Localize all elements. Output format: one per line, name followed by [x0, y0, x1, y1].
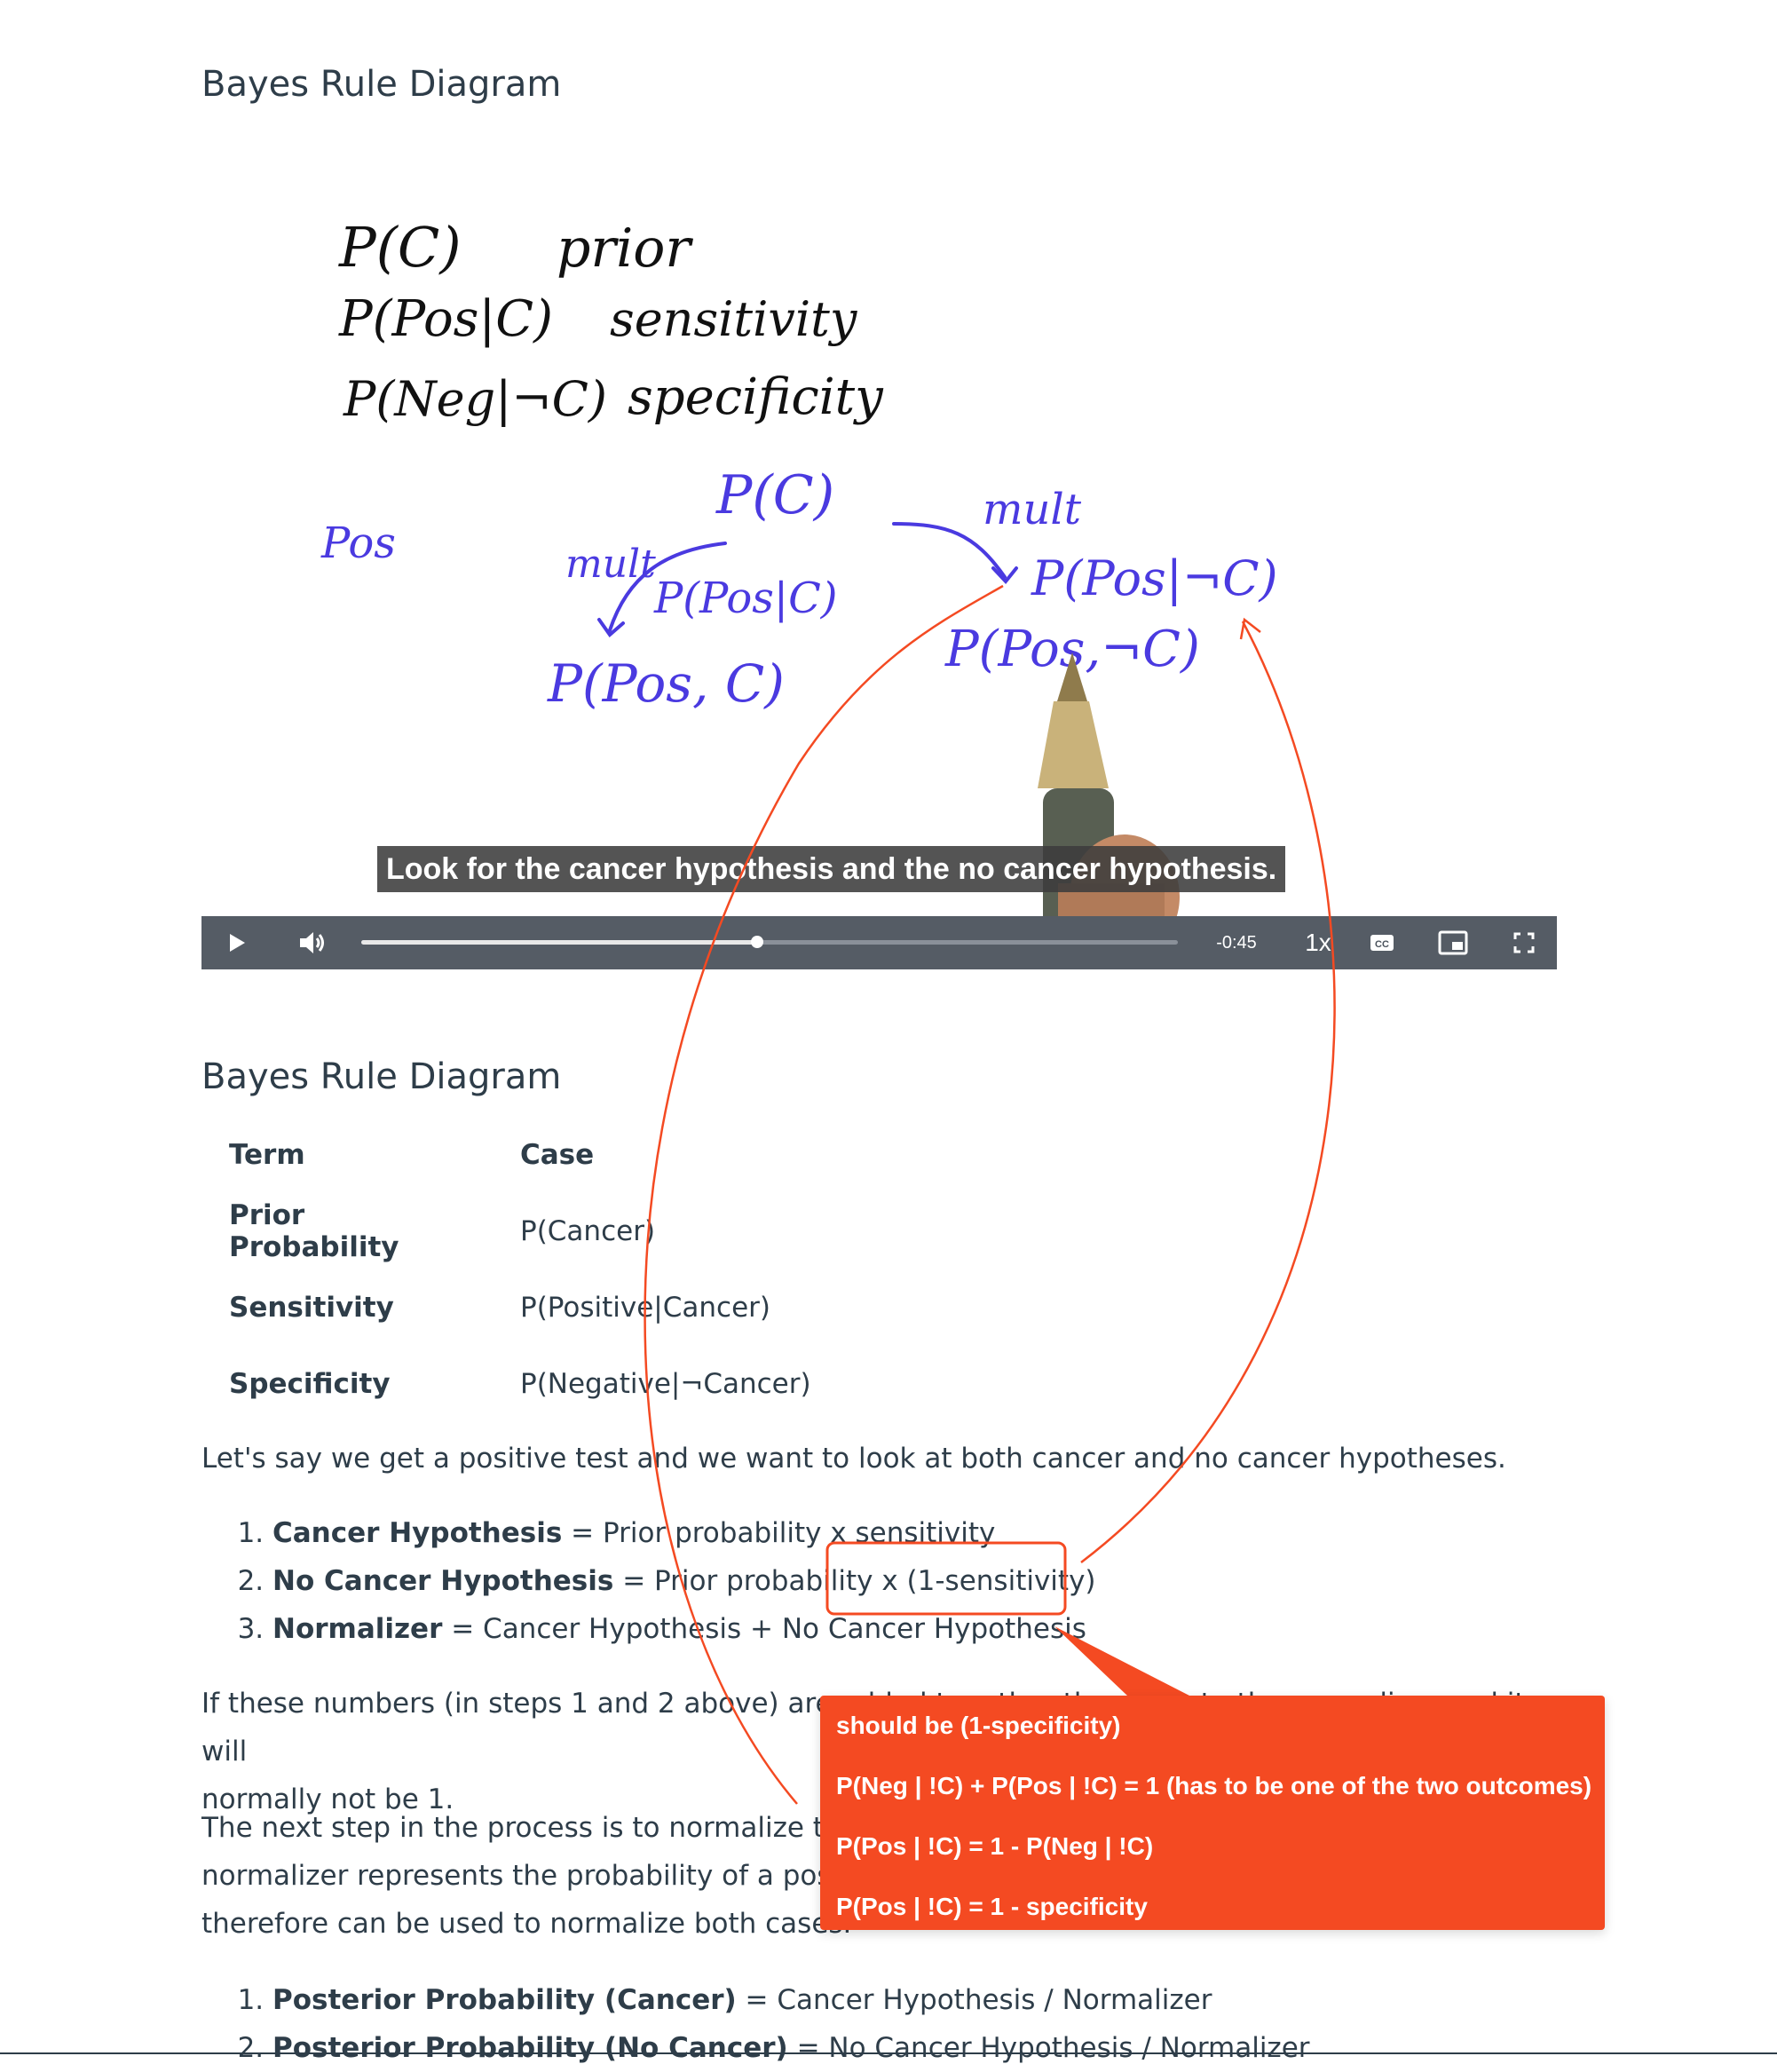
- list-item: No Cancer Hypothesis = Prior probability…: [272, 1557, 1096, 1605]
- table-row: Sensitivity P(Positive|Cancer): [202, 1269, 838, 1346]
- normalize-paragraph-line2: normalizer represents the probability of…: [201, 1860, 840, 1892]
- bottom-divider: [0, 2052, 1777, 2054]
- step-definition: = Prior probability x (1-sensitivity): [613, 1565, 1096, 1597]
- board-prior-term: P(C): [338, 215, 462, 280]
- posterior-term: Posterior Probability (Cancer): [272, 1984, 737, 2016]
- progress-bar[interactable]: [361, 936, 1178, 948]
- volume-icon: [300, 932, 324, 953]
- terms-table: Term Case Prior Probability P(Cancer) Se…: [202, 1117, 838, 1422]
- list-item: Posterior Probability (Cancer) = Cancer …: [272, 1976, 1310, 2024]
- normalize-paragraph-line3: therefore can be used to normalize both …: [201, 1908, 852, 1940]
- picture-in-picture-icon: [1438, 930, 1468, 955]
- board-pos: Pos: [320, 518, 396, 568]
- step-term: Cancer Hypothesis: [272, 1517, 563, 1549]
- annotation-line: should be (1-specificity): [836, 1712, 1121, 1739]
- posterior-definition: = Cancer Hypothesis / Normalizer: [736, 1984, 1212, 2016]
- annotation-note: should be (1-specificity) P(Neg | !C) + …: [820, 1696, 1605, 1930]
- table-row: Specificity P(Negative|¬Cancer): [202, 1346, 838, 1422]
- section-title: Bayes Rule Diagram: [201, 1056, 562, 1097]
- step-term: No Cancer Hypothesis: [272, 1565, 614, 1597]
- svg-text:CC: CC: [1375, 939, 1389, 950]
- board-specificity-label: specificity: [628, 368, 884, 426]
- video-controls: -0:45 1x CC: [201, 916, 1557, 969]
- board-p-pos-given-c: P(Pos|C): [653, 573, 838, 623]
- posterior-definition: = No Cancer Hypothesis / Normalizer: [787, 2032, 1310, 2064]
- video-caption: Look for the cancer hypothesis and the n…: [377, 846, 1286, 892]
- step-term: Normalizer: [272, 1613, 443, 1645]
- table-cell-term: Prior Probability: [229, 1199, 399, 1263]
- posterior-term: Posterior Probability (No Cancer): [272, 2032, 788, 2064]
- intro-paragraph: Let's say we get a positive test and we …: [201, 1443, 1506, 1475]
- board-specificity-term: P(Neg|¬C): [343, 371, 607, 427]
- progress-fill: [361, 940, 758, 945]
- table-cell-case: P(Cancer): [520, 1215, 656, 1247]
- sum-paragraph-line1: If these numbers (in steps 1 and 2 above…: [201, 1688, 858, 1720]
- closed-captions-icon: CC: [1370, 935, 1394, 951]
- board-mult-right: mult: [983, 485, 1082, 534]
- table-header-term: Term: [229, 1139, 305, 1171]
- play-button[interactable]: [219, 916, 255, 969]
- table-cell-term: Sensitivity: [229, 1292, 394, 1324]
- hypothesis-steps-list: Cancer Hypothesis = Prior probability x …: [201, 1509, 1096, 1653]
- video-player[interactable]: P(C) prior P(Pos|C) sensitivity P(Neg|¬C…: [201, 133, 1557, 969]
- table-header-row: Term Case: [202, 1117, 838, 1193]
- volume-button[interactable]: [290, 916, 335, 969]
- board-mult-left: mult: [565, 542, 656, 587]
- table-cell-case: P(Positive|Cancer): [520, 1292, 770, 1324]
- page-title: Bayes Rule Diagram: [201, 64, 562, 105]
- step-definition: = Prior probability x sensitivity: [562, 1517, 996, 1549]
- table-cell-term: Specificity: [229, 1368, 391, 1400]
- board-joint-c: P(Pos, C): [547, 653, 785, 714]
- board-prior-label: prior: [557, 217, 693, 280]
- whiteboard-drawing: P(C) prior P(Pos|C) sensitivity P(Neg|¬C…: [320, 215, 1278, 916]
- annotation-line: P(Pos | !C) = 1 - specificity: [836, 1893, 1148, 1920]
- annotation-line: P(Pos | !C) = 1 - P(Neg | !C): [836, 1832, 1154, 1860]
- pip-button[interactable]: [1433, 916, 1473, 969]
- annotation-line: P(Neg | !C) + P(Pos | !C) = 1 (has to be…: [836, 1772, 1592, 1799]
- board-sensitivity-term: P(Pos|C): [338, 290, 553, 348]
- captions-button[interactable]: CC: [1364, 916, 1400, 969]
- normalize-paragraph-line1: The next step in the process is to norma…: [201, 1812, 858, 1844]
- list-item: Cancer Hypothesis = Prior probability x …: [272, 1509, 1096, 1557]
- table-row: Prior Probability P(Cancer): [202, 1193, 838, 1269]
- board-pc: P(C): [715, 464, 834, 526]
- board-sensitivity-label: sensitivity: [610, 291, 858, 347]
- step-definition: = Cancer Hypothesis + No Cancer Hypothes…: [442, 1613, 1086, 1645]
- table-header-case: Case: [520, 1139, 595, 1171]
- list-item: Normalizer = Cancer Hypothesis + No Canc…: [272, 1605, 1096, 1653]
- time-remaining: -0:45: [1216, 932, 1257, 953]
- posterior-list: Posterior Probability (Cancer) = Cancer …: [201, 1976, 1310, 2072]
- board-p-pos-given-not-c: P(Pos|¬C): [1031, 550, 1278, 606]
- progress-scrubber[interactable]: [751, 936, 764, 948]
- fullscreen-icon: [1513, 932, 1535, 953]
- table-cell-case: P(Negative|¬Cancer): [520, 1368, 811, 1400]
- play-icon: [230, 934, 245, 952]
- playback-speed-button[interactable]: 1x: [1291, 916, 1345, 969]
- fullscreen-button[interactable]: [1505, 916, 1544, 969]
